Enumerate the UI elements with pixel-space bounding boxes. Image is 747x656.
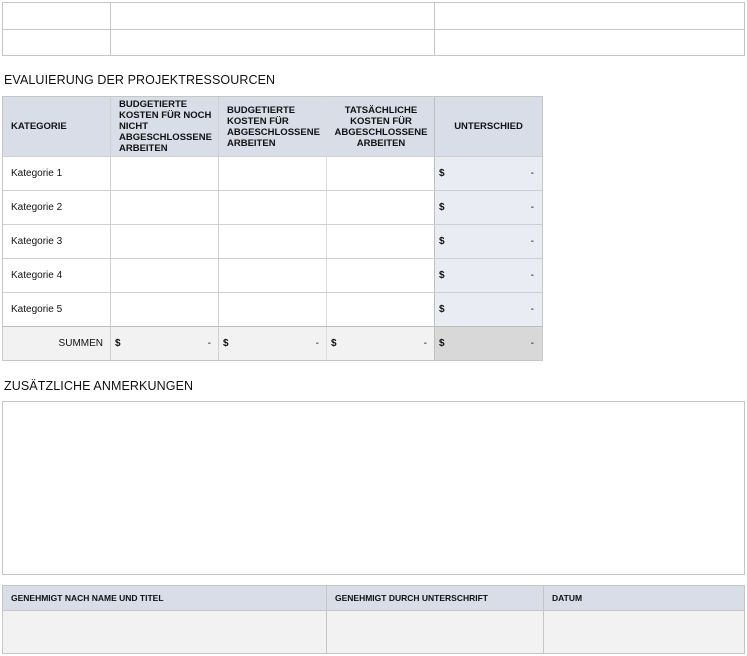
diff-value: -: [530, 269, 534, 281]
diff-cell: $ -: [435, 292, 542, 326]
total-actual-done: $ -: [327, 327, 435, 360]
table-cell[interactable]: [111, 30, 434, 55]
grid-line: [3, 224, 542, 225]
grid-line: [110, 97, 111, 360]
diff-cell: $ -: [435, 224, 542, 258]
table-cell[interactable]: [3, 3, 110, 29]
diff-cell: $ -: [435, 258, 542, 292]
table-cell[interactable]: [435, 30, 745, 55]
diff-cell: $ -: [435, 190, 542, 224]
budget-open-cell[interactable]: [111, 190, 219, 224]
notes-textarea[interactable]: [2, 401, 745, 575]
total-diff: $ -: [435, 327, 542, 360]
actual-done-cell[interactable]: [327, 190, 435, 224]
grid-line: [3, 156, 542, 157]
currency-symbol: $: [331, 338, 337, 349]
grid-line: [3, 610, 744, 611]
header-date: DATUM: [544, 586, 744, 610]
section-title-resources: EVALUIERUNG DER PROJEKTRESSOURCEN: [4, 73, 276, 87]
total-value: -: [530, 338, 534, 349]
header-diff: UNTERSCHIED: [435, 97, 542, 156]
grid-line: [3, 190, 542, 191]
total-value: -: [207, 338, 211, 349]
currency-symbol: $: [439, 235, 445, 247]
table-cell[interactable]: [435, 3, 745, 29]
header-approved-by-signature: GENEHMIGT DURCH UNTERSCHRIFT: [327, 586, 543, 610]
previous-table-fragment: [2, 2, 745, 56]
currency-symbol: $: [223, 338, 229, 349]
budget-done-cell[interactable]: [219, 258, 327, 292]
grid-line: [326, 586, 327, 653]
diff-cell: $ -: [435, 156, 542, 190]
budget-done-cell[interactable]: [219, 292, 327, 326]
actual-done-cell[interactable]: [327, 156, 435, 190]
currency-symbol: $: [115, 338, 121, 349]
row-label: Kategorie 4: [3, 258, 111, 292]
budget-done-cell[interactable]: [219, 190, 327, 224]
row-label: Kategorie 5: [3, 292, 111, 326]
diff-value: -: [530, 235, 534, 247]
total-budget-done: $ -: [219, 327, 327, 360]
approval-table: GENEHMIGT NACH NAME UND TITEL GENEHMIGT …: [2, 585, 745, 654]
budget-done-cell[interactable]: [219, 224, 327, 258]
row-label: Kategorie 1: [3, 156, 111, 190]
section-title-notes: ZUSÄTZLICHE ANMERKUNGEN: [4, 379, 194, 393]
grid-line: [3, 326, 542, 327]
header-kategorie: KATEGORIE: [3, 97, 111, 156]
grid-line: [326, 97, 327, 360]
header-actual-done: TATSÄCHLICHE KOSTEN FÜR ABGESCHLOSSENE A…: [327, 97, 435, 156]
row-label: Kategorie 2: [3, 190, 111, 224]
currency-symbol: $: [439, 338, 445, 349]
budget-done-cell[interactable]: [219, 156, 327, 190]
actual-done-cell[interactable]: [327, 292, 435, 326]
totals-label: SUMMEN: [3, 327, 111, 360]
date-field[interactable]: [544, 611, 744, 653]
currency-symbol: $: [439, 303, 445, 315]
diff-value: -: [530, 167, 534, 179]
approved-by-name-field[interactable]: [3, 611, 326, 653]
grid-line: [3, 292, 542, 293]
grid-line: [543, 586, 544, 653]
resources-table: KATEGORIE BUDGETIERTE KOSTEN FÜR NOCH NI…: [2, 96, 543, 361]
currency-symbol: $: [439, 201, 445, 213]
budget-open-cell[interactable]: [111, 156, 219, 190]
budget-open-cell[interactable]: [111, 224, 219, 258]
total-budget-open: $ -: [111, 327, 219, 360]
actual-done-cell[interactable]: [327, 224, 435, 258]
grid-line: [3, 258, 542, 259]
diff-value: -: [530, 303, 534, 315]
grid-line: [434, 97, 435, 360]
currency-symbol: $: [439, 167, 445, 179]
grid-line: [218, 97, 219, 360]
signature-field[interactable]: [327, 611, 543, 653]
total-value: -: [423, 338, 427, 349]
header-budget-done: BUDGETIERTE KOSTEN FÜR ABGESCHLOSSENE AR…: [219, 97, 327, 156]
row-label: Kategorie 3: [3, 224, 111, 258]
table-cell[interactable]: [3, 30, 110, 55]
header-approved-by-name: GENEHMIGT NACH NAME UND TITEL: [3, 586, 326, 610]
table-cell[interactable]: [111, 3, 434, 29]
currency-symbol: $: [439, 269, 445, 281]
diff-value: -: [530, 201, 534, 213]
actual-done-cell[interactable]: [327, 258, 435, 292]
total-value: -: [315, 338, 319, 349]
budget-open-cell[interactable]: [111, 292, 219, 326]
budget-open-cell[interactable]: [111, 258, 219, 292]
header-budget-open: BUDGETIERTE KOSTEN FÜR NOCH NICHT ABGESC…: [111, 97, 219, 156]
